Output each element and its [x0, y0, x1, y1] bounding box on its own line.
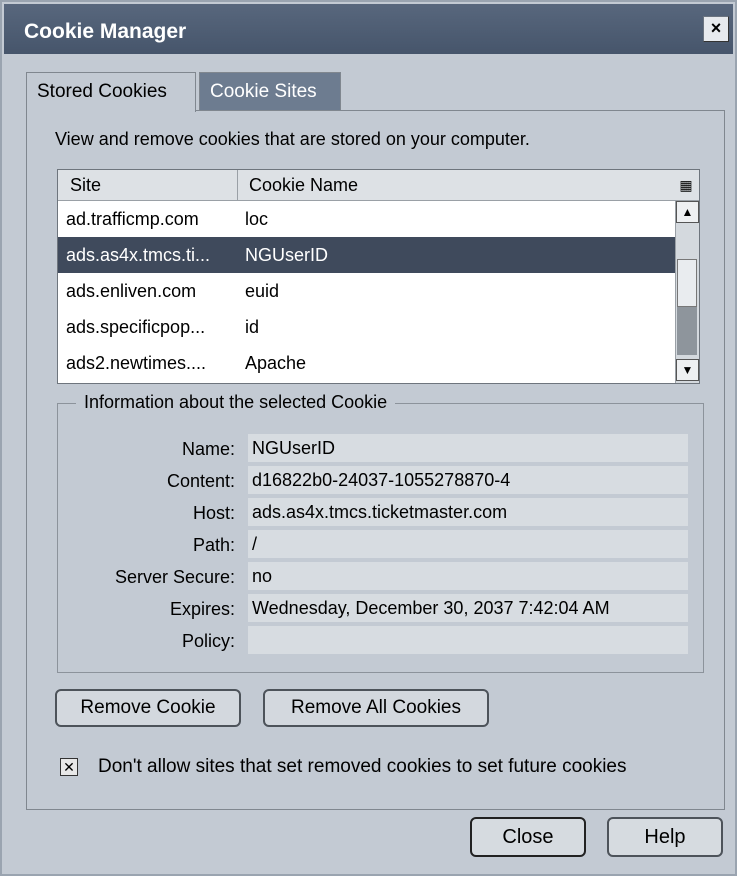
cookie-info-group: Information about the selected Cookie Na…	[57, 392, 705, 673]
list-scrollbar[interactable]: ▲ ▼	[675, 201, 699, 383]
help-button[interactable]: Help	[607, 817, 723, 857]
info-row-server-secure: Server Secure: no	[58, 562, 705, 592]
list-row[interactable]: ad.trafficmp.com loc	[58, 201, 675, 237]
remove-all-cookies-button[interactable]: Remove All Cookies	[263, 689, 489, 727]
info-row-policy: Policy:	[58, 626, 705, 656]
scroll-track[interactable]	[677, 307, 697, 355]
list-header: Site Cookie Name ▦	[58, 170, 699, 201]
window-title: Cookie Manager	[24, 20, 187, 43]
close-icon[interactable]: ×	[703, 16, 729, 42]
column-header-cookie-name[interactable]: Cookie Name	[239, 170, 669, 201]
cookie-list[interactable]: Site Cookie Name ▦ ad.trafficmp.com loc …	[57, 169, 700, 384]
scroll-up-icon[interactable]: ▲	[676, 201, 699, 223]
row-site: ad.trafficmp.com	[66, 209, 199, 229]
info-value: NGUserID	[248, 434, 688, 462]
info-value: /	[248, 530, 688, 558]
row-cookie-name: Apache	[245, 353, 307, 373]
info-value: d16822b0-24037-1055278870-4	[248, 466, 688, 494]
list-row[interactable]: ads2.newtimes.... Apache	[58, 345, 675, 381]
info-label: Expires:	[169, 599, 235, 619]
block-removed-cookies-label[interactable]: Don't allow sites that set removed cooki…	[98, 756, 627, 778]
info-label: Host:	[192, 503, 235, 523]
tab-cookie-sites[interactable]: Cookie Sites	[199, 72, 341, 110]
row-cookie-name: id	[245, 317, 260, 337]
list-row[interactable]: ads.specificpop... id	[58, 309, 675, 345]
info-row-host: Host: ads.as4x.tmcs.ticketmaster.com	[58, 498, 705, 528]
scroll-down-icon[interactable]: ▼	[676, 359, 699, 381]
panel-description: View and remove cookies that are stored …	[55, 129, 530, 149]
info-value	[248, 626, 688, 654]
remove-cookie-button[interactable]: Remove Cookie	[55, 689, 241, 727]
cookie-manager-window: Cookie Manager × Stored Cookies Cookie S…	[0, 0, 737, 876]
group-legend: Information about the selected Cookie	[76, 392, 396, 413]
row-site: ads.enliven.com	[66, 281, 197, 301]
scroll-thumb[interactable]	[677, 259, 697, 307]
title-bar: Cookie Manager ×	[4, 4, 733, 54]
row-site: ads.specificpop...	[66, 317, 206, 337]
info-label: Server Secure:	[114, 567, 235, 587]
info-value: ads.as4x.tmcs.ticketmaster.com	[248, 498, 688, 526]
info-label: Policy:	[181, 631, 235, 651]
info-label: Name:	[181, 439, 235, 459]
list-row[interactable]: ads.enliven.com euid	[58, 273, 675, 309]
info-row-content: Content: d16822b0-24037-1055278870-4	[58, 466, 705, 496]
list-row-selected[interactable]: ads.as4x.tmcs.ti... NGUserID	[58, 237, 675, 273]
info-row-expires: Expires: Wednesday, December 30, 2037 7:…	[58, 594, 705, 624]
column-header-site[interactable]: Site	[58, 170, 238, 201]
row-site: ads.as4x.tmcs.ti...	[66, 245, 211, 265]
row-cookie-name: NGUserID	[245, 245, 329, 265]
column-picker-icon[interactable]: ▦	[673, 170, 699, 201]
info-label: Path:	[192, 535, 235, 555]
stored-cookies-panel: View and remove cookies that are stored …	[26, 110, 725, 810]
info-label: Content:	[166, 471, 235, 491]
row-cookie-name: loc	[245, 209, 269, 229]
row-cookie-name: euid	[245, 281, 280, 301]
info-row-name: Name: NGUserID	[58, 434, 705, 464]
close-button[interactable]: Close	[470, 817, 586, 857]
info-value: no	[248, 562, 688, 590]
tab-stored-cookies[interactable]: Stored Cookies	[26, 72, 196, 112]
block-removed-cookies-checkbox[interactable]: ✕	[60, 758, 78, 776]
info-row-path: Path: /	[58, 530, 705, 560]
row-site: ads2.newtimes....	[66, 353, 207, 373]
info-value: Wednesday, December 30, 2037 7:42:04 AM	[248, 594, 688, 622]
